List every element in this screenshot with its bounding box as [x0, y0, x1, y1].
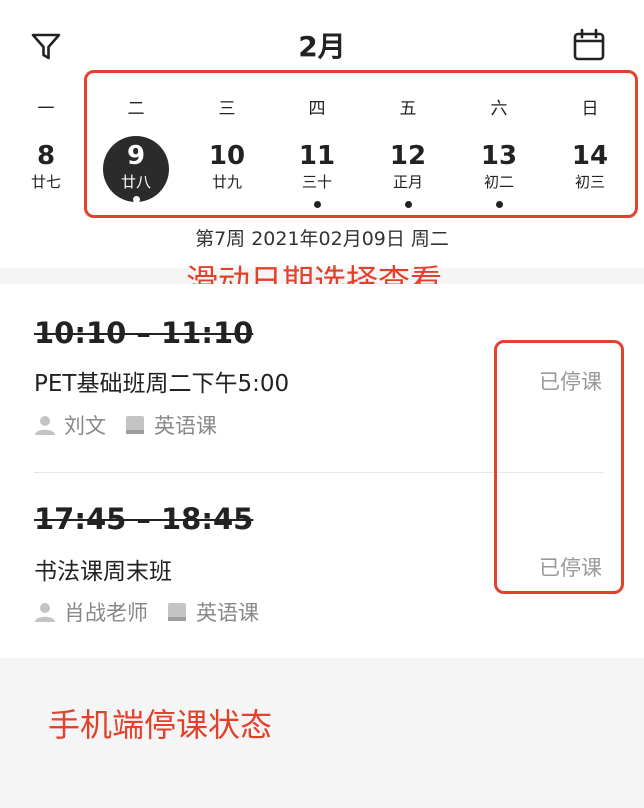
day-number: 12	[389, 141, 427, 171]
day-number: 13	[480, 141, 518, 171]
day-number: 8	[36, 141, 56, 171]
course-time: 10:10 – 11:10	[34, 316, 254, 350]
lunar-date: 廿七	[30, 173, 61, 191]
weekday-label-thu: 四	[308, 99, 326, 119]
day-cell-13[interactable]: 13 初二	[467, 140, 531, 208]
day-cell-12[interactable]: 12 正月	[376, 140, 440, 208]
schedule-page: 2月 一 二 三 四 五 六 日 8 廿七 9 廿八 10 廿九 11 三十 1…	[0, 0, 644, 808]
lunar-date: 初三	[574, 173, 605, 191]
week-info: 第7周 2021年02月09日 周二	[195, 228, 449, 250]
day-cell-11[interactable]: 11 三十	[285, 140, 349, 208]
teacher-name: 肖战老师	[64, 601, 148, 625]
course-meta: 刘文 英语课	[34, 410, 217, 440]
course-meta: 肖战老师 英语课	[34, 597, 259, 627]
day-number: 14	[571, 141, 609, 171]
course-name[interactable]: 书法课周末班	[34, 552, 172, 586]
day-cell-9-selected[interactable]: 9 廿八	[103, 136, 169, 206]
weekday-label-sun: 日	[581, 99, 599, 119]
day-number: 11	[298, 141, 336, 171]
event-dot	[496, 201, 503, 208]
calendar-icon[interactable]	[572, 28, 606, 62]
weekday-label-mon: 一	[37, 99, 55, 119]
lunar-date: 正月	[392, 173, 423, 191]
event-dot	[405, 201, 412, 208]
lunar-date: 廿九	[211, 173, 242, 191]
lunar-date: 廿八	[120, 173, 151, 191]
course-status-cancelled: 已停课	[539, 556, 602, 580]
event-dot	[133, 196, 140, 203]
teacher-name: 刘文	[64, 414, 106, 438]
weekday-label-wed: 三	[218, 99, 236, 119]
book-icon	[168, 603, 186, 621]
month-title: 2月	[298, 30, 346, 63]
weekday-label-tue: 二	[127, 99, 145, 119]
course-status-cancelled: 已停课	[539, 370, 602, 394]
lunar-date: 三十	[301, 173, 332, 191]
day-cell-8[interactable]: 8 廿七	[14, 140, 78, 206]
book-icon	[126, 416, 144, 434]
user-icon	[35, 603, 55, 622]
divider	[34, 472, 604, 473]
user-icon	[35, 416, 55, 435]
day-number: 9	[126, 141, 146, 171]
status-hint-annotation: 手机端停课状态	[48, 706, 273, 744]
day-cell-14[interactable]: 14 初三	[558, 140, 622, 206]
lunar-date: 初二	[483, 173, 514, 191]
subject-name: 英语课	[154, 414, 217, 438]
course-time: 17:45 – 18:45	[34, 502, 254, 536]
event-dot	[314, 201, 321, 208]
weekday-label-sat: 六	[490, 99, 508, 119]
subject-name: 英语课	[196, 601, 259, 625]
weekday-label-fri: 五	[399, 99, 417, 119]
day-cell-10[interactable]: 10 廿九	[195, 140, 259, 206]
day-number: 10	[208, 141, 246, 171]
course-name[interactable]: PET基础班周二下午5:00	[34, 364, 289, 398]
